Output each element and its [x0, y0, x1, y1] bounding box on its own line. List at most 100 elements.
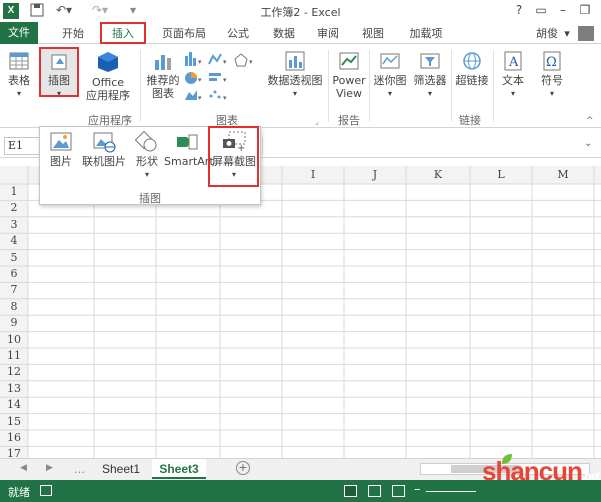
power-view-label-2: View — [335, 87, 363, 100]
cell-grid — [0, 166, 601, 464]
shapes-icon — [135, 131, 157, 152]
row-header[interactable]: 6 — [0, 266, 28, 282]
office-apps-button[interactable]: Office 应用程序 — [82, 50, 134, 102]
sheet-scroll-right-icon[interactable]: ▶ — [46, 463, 53, 473]
online-picture-label: 联机图片 — [82, 155, 126, 168]
svg-text:▾: ▾ — [198, 94, 202, 102]
office-apps-label-1: Office — [91, 76, 125, 89]
tab-home[interactable]: 开始 — [56, 24, 90, 43]
title-bar: X ↶▾ ↷▾ ▾ 工作簿2 - Excel ? ▭ – ❐ — [0, 0, 601, 22]
filters-button[interactable]: 筛选器 ▾ — [411, 50, 449, 100]
chart-type-buttons: ▾ ▾ ▾ ▾ ▾ ▾ ▾ — [183, 50, 263, 106]
filter-icon — [420, 53, 440, 69]
row-header[interactable]: 14 — [0, 397, 28, 413]
tab-file[interactable]: 文件 — [0, 22, 38, 44]
text-label: 文本 — [502, 74, 524, 87]
svg-text:▾: ▾ — [223, 94, 227, 102]
hyperlink-button[interactable]: 超链接 — [453, 50, 491, 87]
tab-insert[interactable]: 插入 — [100, 22, 146, 44]
user-name[interactable]: 胡俊 — [530, 24, 564, 43]
sheet-tab-active[interactable]: Sheet3 — [152, 459, 206, 479]
tab-page-layout[interactable]: 页面布局 — [156, 24, 212, 43]
tab-addins[interactable]: 加载项 — [404, 24, 448, 43]
macro-record-icon[interactable] — [40, 485, 52, 496]
row-header[interactable]: 5 — [0, 250, 28, 266]
power-view-icon — [339, 52, 359, 70]
text-icon: A — [504, 51, 522, 71]
zoom-slider[interactable] — [426, 491, 476, 492]
power-view-button[interactable]: Power View — [331, 50, 367, 100]
row-header[interactable]: 9 — [0, 315, 28, 331]
formula-input[interactable] — [262, 137, 580, 155]
online-picture-button[interactable]: 联机图片 — [80, 131, 128, 168]
smartart-label: SmartArt — [164, 155, 214, 168]
symbol-button[interactable]: Ω 符号 ▾ — [536, 50, 568, 100]
recommended-charts-button[interactable]: 推荐的 图表 — [144, 50, 182, 100]
divider — [451, 50, 452, 122]
sparklines-button[interactable]: 迷你图 ▾ — [371, 50, 409, 100]
sheet-tab[interactable]: Sheet1 — [90, 459, 152, 479]
picture-button[interactable]: 图片 — [44, 131, 78, 168]
symbol-label: 符号 — [541, 74, 563, 87]
bar-chart-icon: ▾ — [209, 73, 227, 84]
sparklines-label: 迷你图 — [373, 74, 407, 87]
sheet-scroll-left-icon[interactable]: ◀ — [20, 463, 27, 473]
line-chart-icon: ▾ — [208, 53, 227, 66]
row-header[interactable]: 4 — [0, 233, 28, 249]
dialog-launcher-icon[interactable]: ⌟ — [315, 117, 319, 126]
row-header[interactable]: 11 — [0, 348, 28, 364]
smartart-button[interactable]: SmartArt — [164, 131, 214, 168]
page-layout-view-icon[interactable] — [368, 485, 381, 497]
collapse-ribbon-icon[interactable]: ^ — [586, 116, 594, 126]
expand-formula-bar-icon[interactable]: ⌄ — [584, 138, 592, 149]
table-label: 表格 — [8, 74, 30, 87]
row-header[interactable]: 7 — [0, 282, 28, 298]
more-sheets-icon[interactable]: … — [74, 463, 85, 476]
row-header[interactable]: 8 — [0, 299, 28, 315]
radar-chart-icon: ▾ — [234, 53, 253, 67]
user-menu-icon[interactable]: ▾ — [562, 24, 572, 43]
row-header[interactable]: 2 — [0, 200, 28, 216]
row-header[interactable]: 12 — [0, 364, 28, 380]
text-button[interactable]: A 文本 ▾ — [497, 50, 529, 100]
minimize-icon[interactable]: – — [552, 1, 574, 19]
avatar[interactable] — [578, 26, 594, 41]
help-icon[interactable]: ? — [508, 1, 530, 19]
tab-formulas[interactable]: 公式 — [222, 24, 254, 43]
row-header[interactable]: 3 — [0, 217, 28, 233]
name-box[interactable]: E1 — [4, 137, 42, 155]
chevron-down-icon: ▾ — [16, 89, 21, 98]
row-header[interactable]: 10 — [0, 332, 28, 348]
symbol-icon: Ω — [543, 51, 561, 71]
group-label-links: 链接 — [459, 114, 481, 127]
restore-icon[interactable]: ❐ — [574, 1, 596, 19]
column-header-K[interactable]: K — [406, 166, 470, 184]
normal-view-icon[interactable] — [344, 485, 357, 497]
chevron-down-icon: ▾ — [387, 89, 392, 98]
zoom-out-icon[interactable]: – — [414, 482, 421, 497]
tab-data[interactable]: 数据 — [268, 24, 300, 43]
table-button[interactable]: 表格 ▾ — [4, 50, 34, 100]
recommended-label-1: 推荐的 — [146, 74, 180, 87]
ribbon-display-icon[interactable]: ▭ — [530, 1, 552, 19]
tab-view[interactable]: 视图 — [357, 24, 389, 43]
office-apps-label-2: 应用程序 — [86, 89, 130, 102]
column-header-L[interactable]: L — [470, 166, 532, 184]
picture-label: 图片 — [50, 155, 72, 168]
row-header[interactable]: 15 — [0, 414, 28, 430]
worksheet-grid[interactable] — [0, 163, 601, 464]
new-sheet-icon[interactable]: + — [236, 461, 250, 475]
row-header[interactable]: 1 — [0, 184, 28, 200]
sparklines-icon — [380, 53, 400, 69]
column-header-J[interactable]: J — [344, 166, 406, 184]
tab-review[interactable]: 审阅 — [312, 24, 344, 43]
row-header[interactable]: 16 — [0, 430, 28, 446]
pivotchart-button[interactable]: 数据透视图 ▾ — [266, 50, 324, 100]
row-header[interactable]: 13 — [0, 381, 28, 397]
shapes-button[interactable]: 形状 ▾ — [130, 131, 164, 181]
page-break-view-icon[interactable] — [392, 485, 405, 497]
pivotchart-icon — [285, 51, 305, 71]
column-header-I[interactable]: I — [282, 166, 344, 184]
column-header-M[interactable]: M — [532, 166, 594, 184]
svg-text:▾: ▾ — [198, 58, 202, 66]
